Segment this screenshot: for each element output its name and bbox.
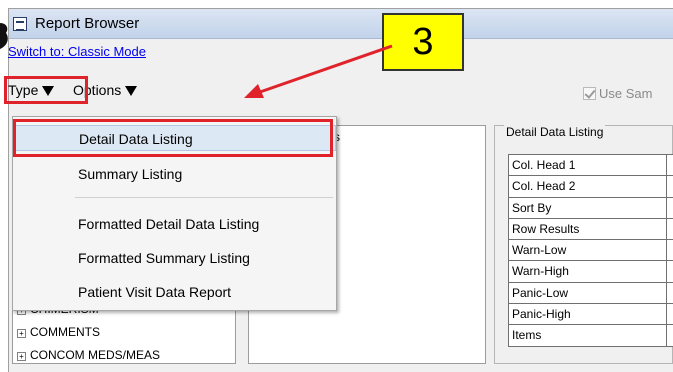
- red-arrow-icon: [244, 44, 393, 98]
